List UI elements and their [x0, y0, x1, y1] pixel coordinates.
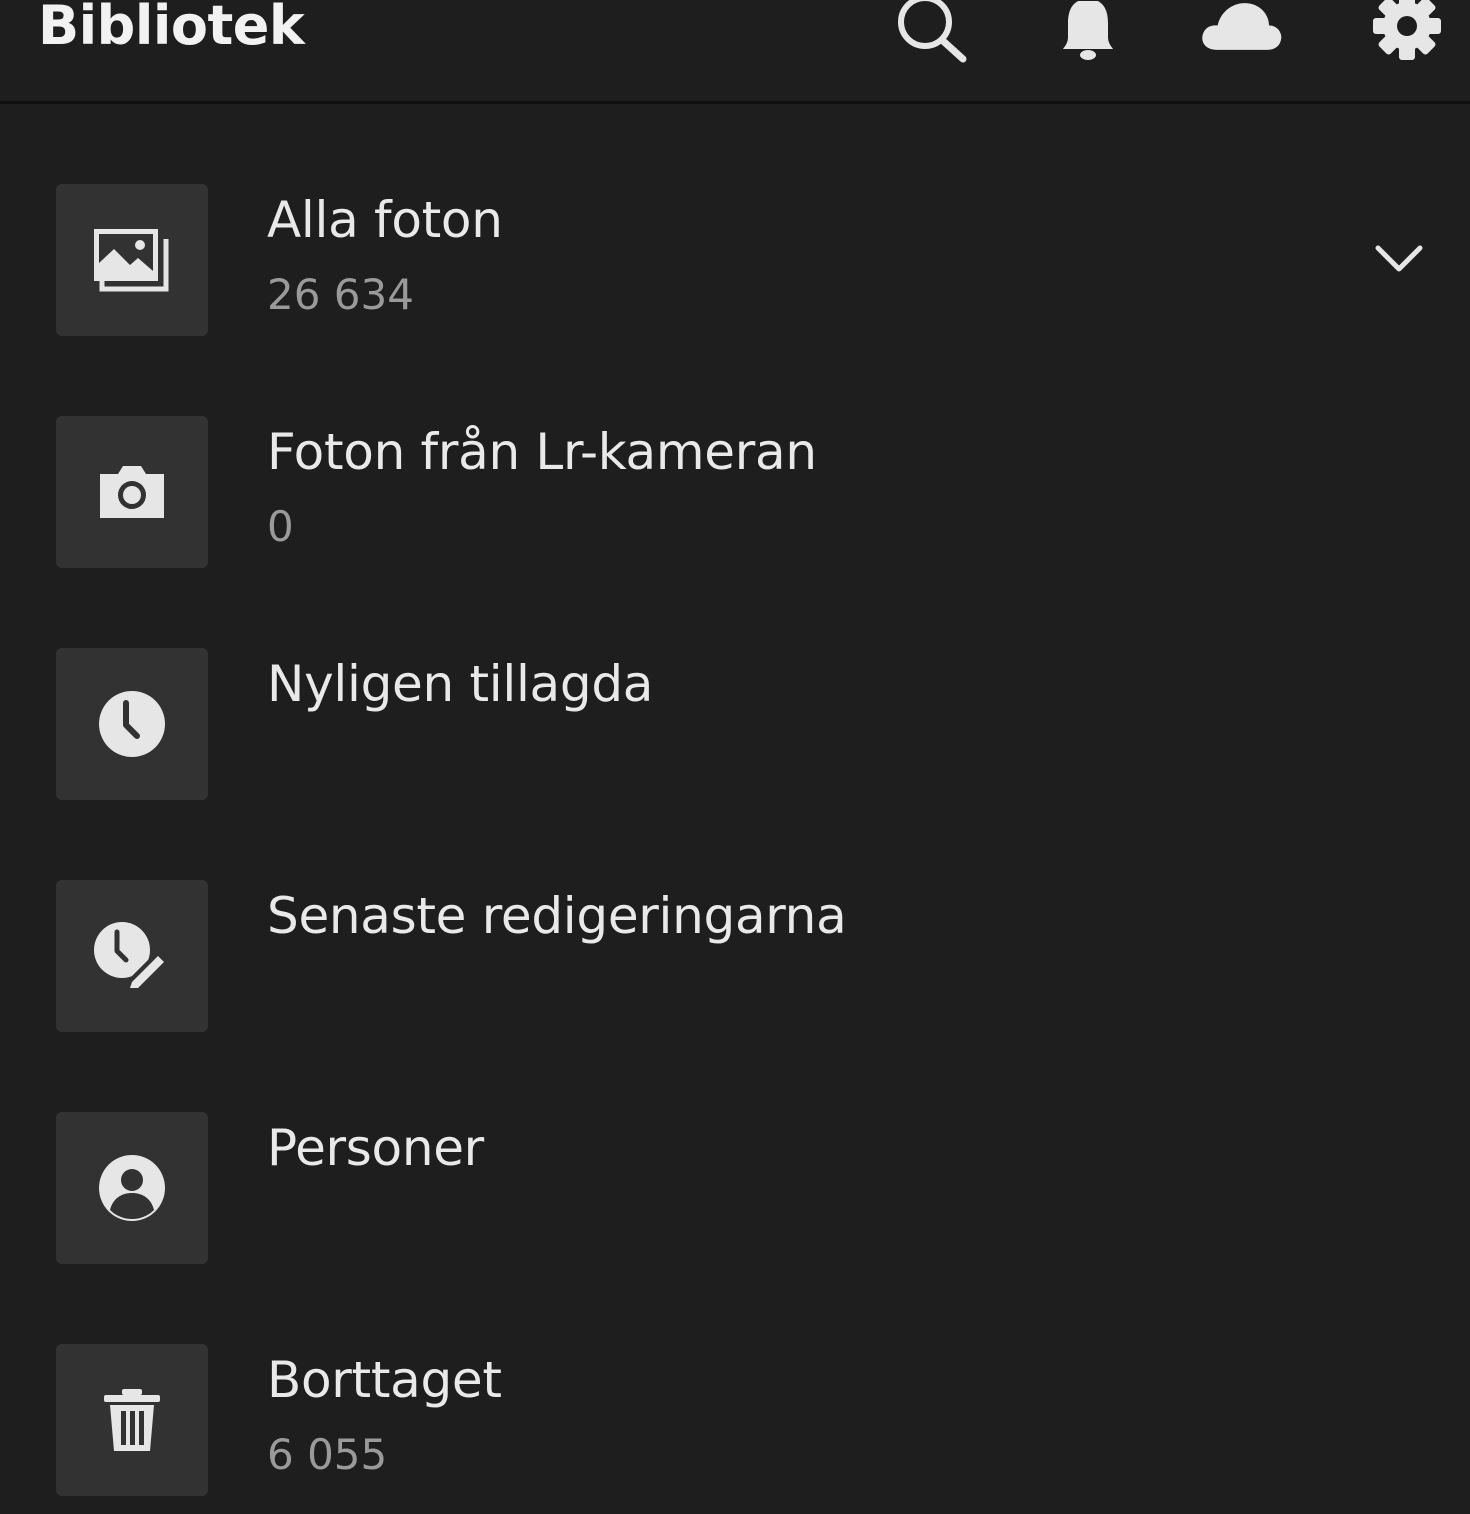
item-label: Personer — [267, 1119, 484, 1177]
library-item-recent-edits[interactable]: Senaste redigeringarna — [0, 800, 1470, 1032]
cloud-sync-button[interactable] — [1198, 0, 1284, 66]
clock-icon — [99, 691, 165, 757]
top-bar: Bibliotek — [0, 0, 1470, 104]
search-button[interactable] — [886, 0, 972, 66]
library-item-people[interactable]: Personer — [0, 1032, 1470, 1264]
cloud-icon — [1202, 3, 1282, 50]
bell-icon — [1063, 1, 1113, 60]
library-item-recently-added[interactable]: Nyligen tillagda — [0, 568, 1470, 800]
camera-icon — [100, 466, 164, 518]
settings-button[interactable] — [1364, 0, 1450, 66]
item-icon-tile — [56, 184, 208, 336]
clock-edit-icon — [94, 922, 170, 992]
item-icon-tile — [56, 416, 208, 568]
item-label: Alla foton — [267, 191, 503, 249]
item-icon-tile — [56, 1344, 208, 1496]
library-item-deleted[interactable]: Borttaget 6 055 — [0, 1264, 1470, 1496]
expand-button[interactable] — [1370, 236, 1428, 280]
item-icon-tile — [56, 880, 208, 1032]
gear-icon — [1373, 0, 1441, 60]
item-count: 0 — [267, 502, 294, 551]
item-count: 6 055 — [267, 1430, 388, 1479]
item-icon-tile — [56, 1112, 208, 1264]
trash-icon — [104, 1389, 160, 1451]
page-title: Bibliotek — [38, 0, 305, 57]
notifications-button[interactable] — [1045, 0, 1131, 66]
library-item-lr-camera[interactable]: Foton från Lr-kameran 0 — [0, 336, 1470, 568]
photos-icon — [94, 229, 169, 292]
item-label: Foton från Lr-kameran — [267, 423, 817, 481]
chevron-down-icon — [1375, 245, 1423, 272]
item-icon-tile — [56, 648, 208, 800]
item-label: Borttaget — [267, 1351, 502, 1409]
item-count: 26 634 — [267, 270, 414, 319]
library-screen: Bibliotek Alla foton 26 634 Foton från L… — [0, 0, 1470, 1514]
item-label: Nyligen tillagda — [267, 655, 654, 713]
search-icon — [898, 0, 967, 63]
person-icon — [99, 1155, 165, 1221]
library-item-all-photos[interactable]: Alla foton 26 634 — [0, 104, 1470, 336]
item-label: Senaste redigeringarna — [267, 887, 847, 945]
